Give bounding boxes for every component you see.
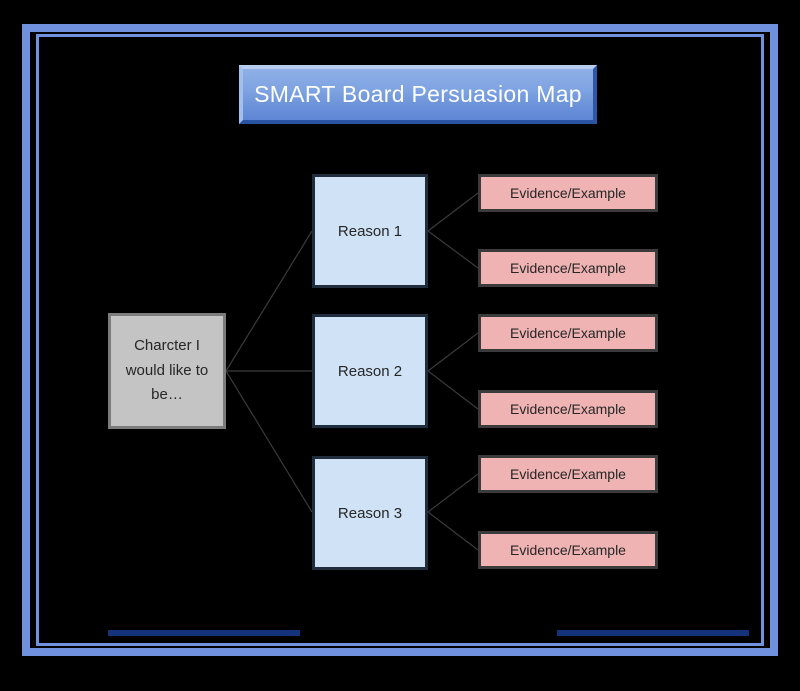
evidence-node-1-1[interactable]: Evidence/Example — [478, 174, 658, 212]
evidence-node-label: Evidence/Example — [510, 260, 626, 276]
reason-node-label: Reason 3 — [337, 504, 403, 522]
evidence-node-label: Evidence/Example — [510, 466, 626, 482]
evidence-node-3-2[interactable]: Evidence/Example — [478, 531, 658, 569]
connector-reason-3-evidence-1 — [427, 473, 479, 513]
evidence-node-2-2[interactable]: Evidence/Example — [478, 390, 658, 428]
connector-central-reason-3 — [225, 370, 313, 513]
connector-reason-3-evidence-2 — [427, 511, 479, 551]
evidence-node-label: Evidence/Example — [510, 542, 626, 558]
evidence-node-label: Evidence/Example — [510, 325, 626, 341]
evidence-node-2-1[interactable]: Evidence/Example — [478, 314, 658, 352]
evidence-node-1-2[interactable]: Evidence/Example — [478, 249, 658, 287]
connector-reason-1-evidence-2 — [427, 230, 479, 269]
central-node-label: Charcter I would like to be… — [125, 336, 209, 404]
connector-central-reason-1 — [225, 230, 313, 372]
reason-node-1[interactable]: Reason 1 — [312, 174, 428, 288]
connector-reason-2-evidence-2 — [427, 370, 479, 410]
evidence-node-3-1[interactable]: Evidence/Example — [478, 455, 658, 493]
evidence-node-label: Evidence/Example — [510, 185, 626, 201]
slide-canvas: SMART Board Persuasion Map Charcter I wo… — [0, 0, 800, 691]
reason-node-2[interactable]: Reason 2 — [312, 314, 428, 428]
connector-reason-1-evidence-1 — [427, 192, 479, 232]
reason-node-label: Reason 1 — [337, 222, 403, 240]
central-character-node[interactable]: Charcter I would like to be… — [108, 313, 226, 429]
reason-node-3[interactable]: Reason 3 — [312, 456, 428, 570]
evidence-node-label: Evidence/Example — [510, 401, 626, 417]
connector-reason-2-evidence-1 — [427, 332, 479, 372]
reason-node-label: Reason 2 — [337, 362, 403, 380]
